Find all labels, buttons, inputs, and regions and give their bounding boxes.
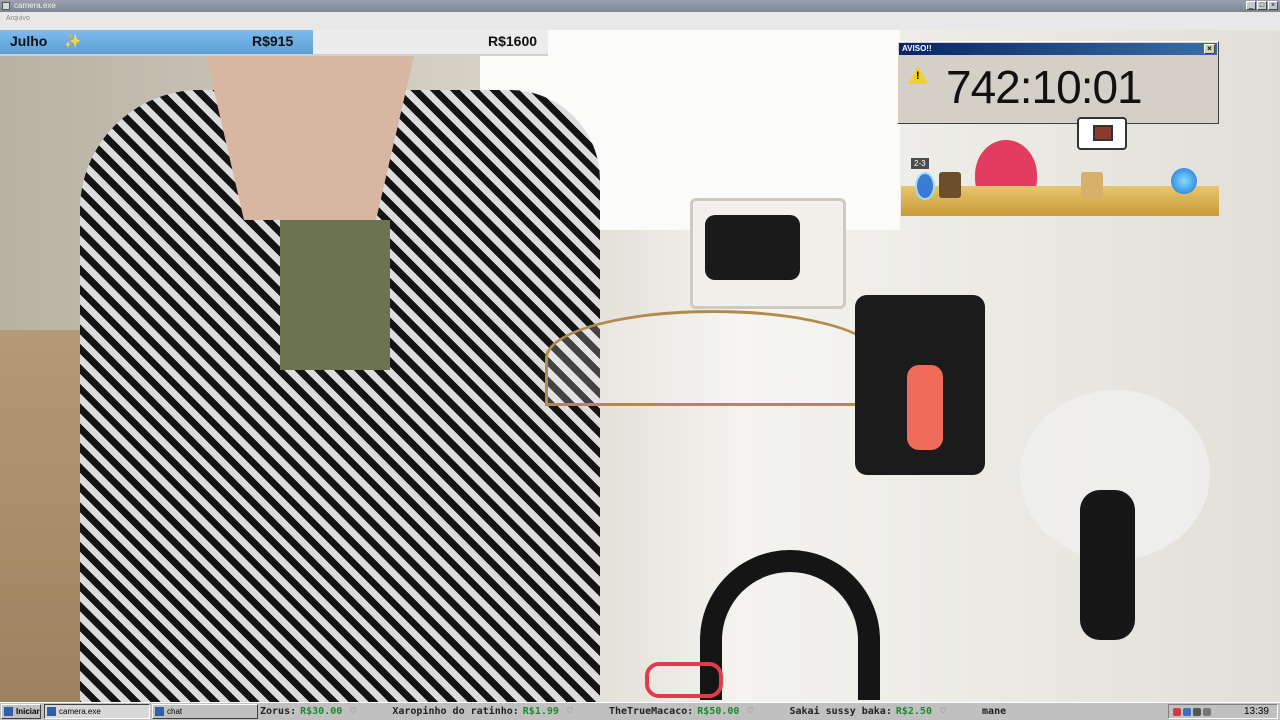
ticker-name: mane <box>982 706 1007 717</box>
microphone <box>1080 490 1135 640</box>
start-button[interactable]: Iniciar <box>1 704 41 719</box>
alert-window: AVISO!! × ! 742:10:01 <box>897 41 1219 124</box>
tray-record-icon[interactable] <box>1173 708 1181 716</box>
ticker-name: Xaropinho do ratinho: <box>392 706 519 717</box>
character-sprite <box>1081 172 1103 198</box>
minimize-button[interactable]: _ <box>1246 1 1256 10</box>
ticker-item: Zorus: R$30.00 ♡ <box>260 706 386 717</box>
donation-goal: R$1600 <box>488 33 538 49</box>
alert-close-button[interactable]: × <box>1204 44 1215 54</box>
heart-icon: ♡ <box>566 706 573 717</box>
taskbar-camera-button[interactable]: camera.exe <box>44 704 150 719</box>
donation-current: R$915 <box>252 33 294 49</box>
headphones <box>700 550 880 700</box>
donation-month: Julho <box>10 33 48 49</box>
app-icon <box>2 2 10 10</box>
ticker-amount: R$1.99 <box>522 706 559 717</box>
taskbar-camera-label: camera.exe <box>59 707 101 716</box>
menu-arquivo[interactable]: Arquivo <box>6 15 30 22</box>
scissors <box>645 662 723 698</box>
maximize-button[interactable]: □ <box>1257 1 1267 10</box>
countdown-timer: 742:10:01 <box>946 61 1143 113</box>
menu-bar: Arquivo <box>0 12 1280 30</box>
orb-icon <box>1171 168 1197 194</box>
retro-tv <box>690 198 846 309</box>
ticker-amount: R$50.00 <box>697 706 740 717</box>
tray-app-icon[interactable] <box>1203 708 1211 716</box>
start-label: Iniciar <box>16 707 40 716</box>
donation-goal-bar: Julho ✨ R$915 R$1600 <box>0 30 548 56</box>
game-level: 2-3 <box>911 158 929 169</box>
tray-network-icon[interactable] <box>1183 708 1191 716</box>
chest-icon <box>1077 117 1127 150</box>
light-lamp <box>855 295 985 475</box>
ticker-name: TheTrueMacaco: <box>608 706 694 717</box>
ticker-amount: R$2.50 <box>895 706 932 717</box>
windows-icon <box>4 707 13 716</box>
side-table <box>545 310 881 406</box>
close-button[interactable]: × <box>1268 1 1278 10</box>
ticker-name: Sakai sussy baka: <box>789 706 892 717</box>
ticker-item: Sakai sussy baka: R$2.50 ♡ <box>789 706 976 717</box>
person-shirt <box>280 220 390 370</box>
camera-app-icon <box>47 707 56 716</box>
alert-title: AVISO!! × <box>899 43 1217 55</box>
tv-screen <box>705 215 800 280</box>
chat-app-icon <box>155 707 164 716</box>
chest-sprite <box>1093 125 1113 141</box>
character-sprite <box>939 172 961 198</box>
tray-volume-icon[interactable] <box>1193 708 1201 716</box>
donation-ticker: Zorus: R$30.00 ♡ Xaropinho do ratinho: R$1.… <box>260 704 1160 719</box>
ticker-amount: R$30.00 <box>300 706 343 717</box>
alert-title-text: AVISO!! <box>902 44 932 53</box>
taskbar: Iniciar camera.exe chat Zorus: R$30.00 ♡ X… <box>0 702 1280 720</box>
window-title: camera.exe <box>14 1 56 10</box>
system-tray: 13:39 <box>1168 704 1278 719</box>
sparkle-icon: ✨ <box>64 33 82 49</box>
clock: 13:39 <box>1243 706 1269 717</box>
heart-icon: ♡ <box>747 706 754 717</box>
window-titlebar: camera.exe _ □ × <box>0 0 1280 12</box>
lamp-glow <box>907 365 943 450</box>
taskbar-chat-button[interactable]: chat <box>152 704 258 719</box>
heart-icon: ♡ <box>350 706 357 717</box>
gem-icon <box>915 172 935 200</box>
taskbar-chat-label: chat <box>167 707 183 716</box>
ticker-item: TheTrueMacaco: R$50.00 ♡ <box>609 706 783 717</box>
warning-icon: ! <box>908 66 928 84</box>
ticker-item: mane <box>982 706 1006 717</box>
heart-icon: ♡ <box>939 706 946 717</box>
ticker-item: Xaropinho do ratinho: R$1.99 ♡ <box>392 706 603 717</box>
warning-icon-glyph: ! <box>916 70 920 82</box>
ticker-name: Zorus: <box>260 706 297 717</box>
game-overlay: 2-3 <box>901 158 1219 218</box>
